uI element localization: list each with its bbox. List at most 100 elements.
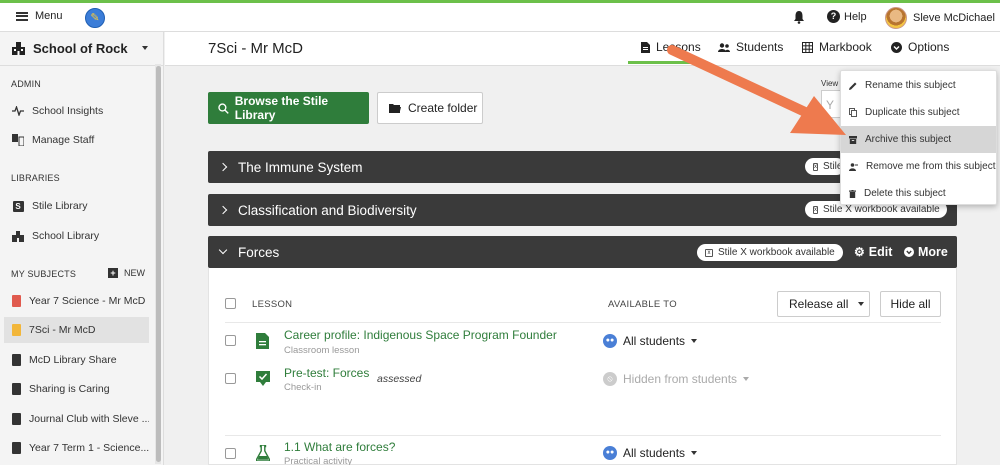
eye-slash-icon: ⦸: [603, 372, 617, 386]
select-all-checkbox[interactable]: [225, 298, 236, 309]
availability-select[interactable]: ⦸ Hidden from students: [603, 372, 750, 386]
tab-lessons[interactable]: Lessons: [641, 40, 701, 54]
sidebar-item-label: 7Sci - Mr McD: [29, 324, 96, 336]
chevron-circle-icon: [904, 247, 914, 257]
browse-library-button[interactable]: Browse the Stile Library: [208, 92, 369, 124]
school-selector[interactable]: School of Rock: [0, 32, 163, 66]
row-checkbox[interactable]: [225, 335, 236, 346]
lesson-title-link[interactable]: Pre-test: Forces: [284, 366, 369, 380]
user-menu[interactable]: Sleve McDichael: [885, 7, 995, 29]
availability-label: All students: [623, 334, 686, 348]
menu-item-delete[interactable]: Delete this subject: [841, 180, 996, 207]
lesson-title-link[interactable]: Career profile: Indigenous Space Program…: [284, 328, 557, 342]
school-building-icon: [12, 42, 25, 55]
help-button[interactable]: ? Help: [827, 10, 867, 23]
bell-icon[interactable]: [793, 10, 805, 24]
sidebar: School of Rock ADMIN School Insights Man…: [0, 32, 164, 465]
more-label: More: [918, 245, 948, 259]
menu-item-label: Remove me from this subject: [866, 161, 996, 172]
assessed-tag: assessed: [377, 373, 422, 385]
book-icon: [12, 413, 21, 425]
sidebar-item-subject[interactable]: Journal Club with Sleve ...: [4, 406, 149, 432]
row-checkbox[interactable]: [225, 448, 236, 459]
options-dropdown-menu: Rename this subject Duplicate this subje…: [840, 70, 997, 205]
folder-icon: [389, 104, 401, 113]
lesson-title-link[interactable]: 1.1 What are forces?: [284, 440, 395, 454]
help-icon: ?: [827, 10, 840, 23]
grid-icon: [802, 41, 813, 53]
checkin-icon: [256, 371, 270, 386]
scrollbar-thumb[interactable]: [156, 66, 161, 462]
column-header-lesson: LESSON: [252, 299, 293, 310]
row-checkbox[interactable]: [225, 373, 236, 384]
folder-title: Forces: [238, 244, 280, 260]
tab-options[interactable]: Options: [891, 40, 949, 54]
menu-item-remove-me[interactable]: Remove me from this subject: [841, 153, 996, 180]
folder-title: The Immune System: [238, 159, 363, 175]
tab-label: Students: [736, 40, 784, 54]
chevron-down-icon: [142, 46, 148, 50]
menu-item-archive[interactable]: Archive this subject: [841, 126, 996, 153]
release-all-button[interactable]: Release all: [777, 291, 870, 317]
workbook-badge: x Stile X workbook available: [697, 244, 843, 261]
tab-label: Lessons: [656, 40, 701, 54]
view-select[interactable]: Y: [821, 90, 841, 118]
archive-icon: [849, 135, 857, 144]
sidebar-item-stile-library[interactable]: S Stile Library: [4, 193, 149, 219]
staff-icon: [12, 134, 24, 146]
book-icon: [12, 442, 21, 454]
tab-label: Markbook: [819, 40, 872, 54]
chevron-down-icon: [858, 302, 865, 306]
lesson-type: Practical activity: [284, 456, 353, 465]
sidebar-item-subject[interactable]: Year 7 Term 1 - Science...: [4, 435, 149, 461]
row-divider: [225, 435, 941, 436]
users-icon: [718, 42, 730, 52]
menu-item-label: Duplicate this subject: [865, 107, 960, 118]
sidebar-item-label: School Library: [32, 230, 100, 242]
new-subject-button[interactable]: + NEW: [108, 268, 145, 278]
users-icon: ●●: [603, 334, 617, 348]
sidebar-item-manage-staff[interactable]: Manage Staff: [4, 127, 149, 153]
sidebar-item-label: Stile Library: [32, 200, 88, 212]
duplicate-icon: [849, 108, 857, 117]
stile-logo-icon: S: [12, 200, 24, 212]
more-button[interactable]: More: [904, 245, 948, 259]
availability-select[interactable]: ●● All students: [603, 446, 698, 460]
stile-logo-icon[interactable]: ✎: [85, 8, 105, 28]
avatar: [885, 7, 907, 29]
availability-select[interactable]: ●● All students: [603, 334, 698, 348]
tab-markbook[interactable]: Markbook: [802, 40, 872, 54]
lesson-type: Classroom lesson: [284, 345, 360, 356]
sidebar-item-subject[interactable]: Year 7 Science - Mr McD: [4, 288, 149, 314]
chevron-down-icon: [218, 245, 228, 255]
sidebar-item-subject[interactable]: McD Library Share: [4, 347, 149, 373]
edit-button[interactable]: ⚙ Edit: [854, 245, 892, 259]
hide-all-button[interactable]: Hide all: [880, 291, 941, 317]
column-header-available: AVAILABLE TO: [608, 299, 677, 310]
book-icon: [12, 354, 21, 366]
menu-item-rename[interactable]: Rename this subject: [841, 72, 996, 99]
menu-button[interactable]: Menu: [16, 10, 63, 22]
sidebar-item-school-insights[interactable]: School Insights: [4, 98, 149, 124]
plus-icon: +: [108, 268, 118, 278]
tab-students[interactable]: Students: [718, 40, 783, 54]
chevron-circle-icon: [891, 41, 902, 53]
sidebar-item-subject[interactable]: Sharing is Caring: [4, 376, 149, 402]
users-icon: ●●: [603, 446, 617, 460]
menu-item-label: Rename this subject: [865, 80, 956, 91]
flask-icon: [256, 445, 270, 461]
hamburger-icon: [16, 11, 28, 21]
create-folder-button[interactable]: Create folder: [377, 92, 483, 124]
book-icon: [12, 383, 21, 395]
browse-label: Browse the Stile Library: [234, 94, 329, 122]
trash-icon: [849, 189, 856, 198]
sidebar-item-label: Year 7 Science - Mr McD: [29, 295, 146, 307]
folder-bar-expanded[interactable]: Forces: [208, 236, 957, 268]
row-divider: [225, 322, 941, 323]
gear-icon: ⚙: [854, 245, 865, 259]
menu-label: Menu: [35, 10, 63, 22]
menu-item-duplicate[interactable]: Duplicate this subject: [841, 99, 996, 126]
sidebar-item-school-library[interactable]: School Library: [4, 223, 149, 249]
stile-x-icon: x: [813, 205, 818, 214]
sidebar-item-subject-active[interactable]: 7Sci - Mr McD: [4, 317, 149, 343]
